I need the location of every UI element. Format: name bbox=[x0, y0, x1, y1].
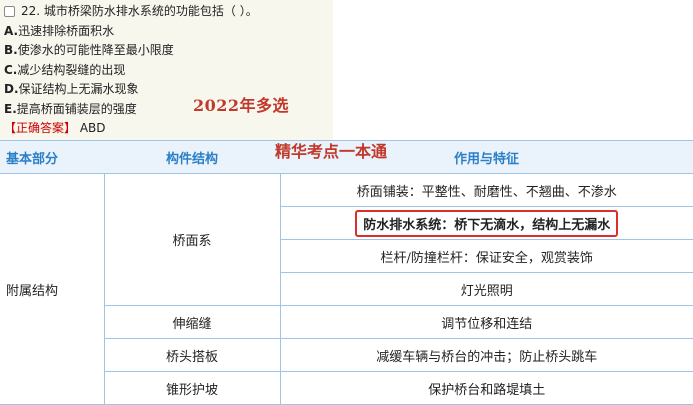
question-checkbox[interactable] bbox=[4, 6, 15, 18]
option-c: C.减少结构裂缝的出现 bbox=[4, 62, 126, 77]
section-title: 精华考点一本通 bbox=[275, 142, 388, 161]
base-part-cell: 附属结构 bbox=[0, 173, 105, 405]
feature-cell: 调节位移和连结 bbox=[279, 305, 693, 339]
table-row: 桥头搭板 减缓车辆与桥台的冲击；防止桥头跳车 bbox=[0, 338, 693, 372]
table-row: 锥形护坡 保护桥台和路堤填土 bbox=[0, 371, 693, 405]
feature-cell-highlighted: 防水排水系统：桥下无滴水，结构上无漏水 bbox=[279, 206, 693, 240]
year-tag: 2022年多选 bbox=[193, 96, 290, 115]
deck-system-cell: 桥面系 bbox=[103, 173, 281, 306]
highlight-box: 防水排水系统：桥下无滴水，结构上无漏水 bbox=[355, 209, 619, 237]
feature-cell: 桥面铺装：平整性、耐磨性、不翘曲、不渗水 bbox=[279, 173, 693, 207]
table-row: 附属结构 桥面系 桥面铺装：平整性、耐磨性、不翘曲、不渗水 bbox=[0, 173, 693, 405]
component-cell: 锥形护坡 bbox=[103, 371, 281, 405]
feature-cell: 减缓车辆与桥台的冲击；防止桥头跳车 bbox=[279, 338, 693, 372]
question-stem: 22. 城市桥梁防水排水系统的功能包括（ ）。 bbox=[4, 2, 333, 22]
component-cell: 伸缩缝 bbox=[103, 305, 281, 339]
question-panel: 22. 城市桥梁防水排水系统的功能包括（ ）。 A.迅速排除桥面积水 B.使渗水… bbox=[0, 0, 333, 140]
answer-label: 【正确答案】 bbox=[4, 121, 77, 135]
feature-cell: 栏杆/防撞栏杆：保证安全，观赏装饰 bbox=[279, 239, 693, 273]
answer-value: ABD bbox=[79, 121, 106, 135]
feature-cell: 灯光照明 bbox=[279, 272, 693, 306]
option-b: B.使渗水的可能性降至最小限度 bbox=[4, 43, 174, 57]
table-row: 伸缩缝 调节位移和连结 bbox=[0, 305, 693, 339]
question-text: 22. 城市桥梁防水排水系统的功能包括（ ）。 bbox=[21, 4, 258, 18]
option-a: A.迅速排除桥面积水 bbox=[4, 23, 115, 38]
structure-table: 基本部分 构件结构 作用与特征 附属结构 桥面系 桥面铺装：平整性、耐磨性、不翘… bbox=[0, 140, 693, 405]
component-cell: 桥头搭板 bbox=[103, 338, 281, 372]
correct-answer: 【正确答案】 ABD bbox=[4, 119, 333, 139]
header-base-part: 基本部分 bbox=[0, 140, 104, 174]
feature-cell: 保护桥台和路堤填土 bbox=[279, 371, 693, 405]
header-component: 构件结构 bbox=[104, 140, 280, 174]
